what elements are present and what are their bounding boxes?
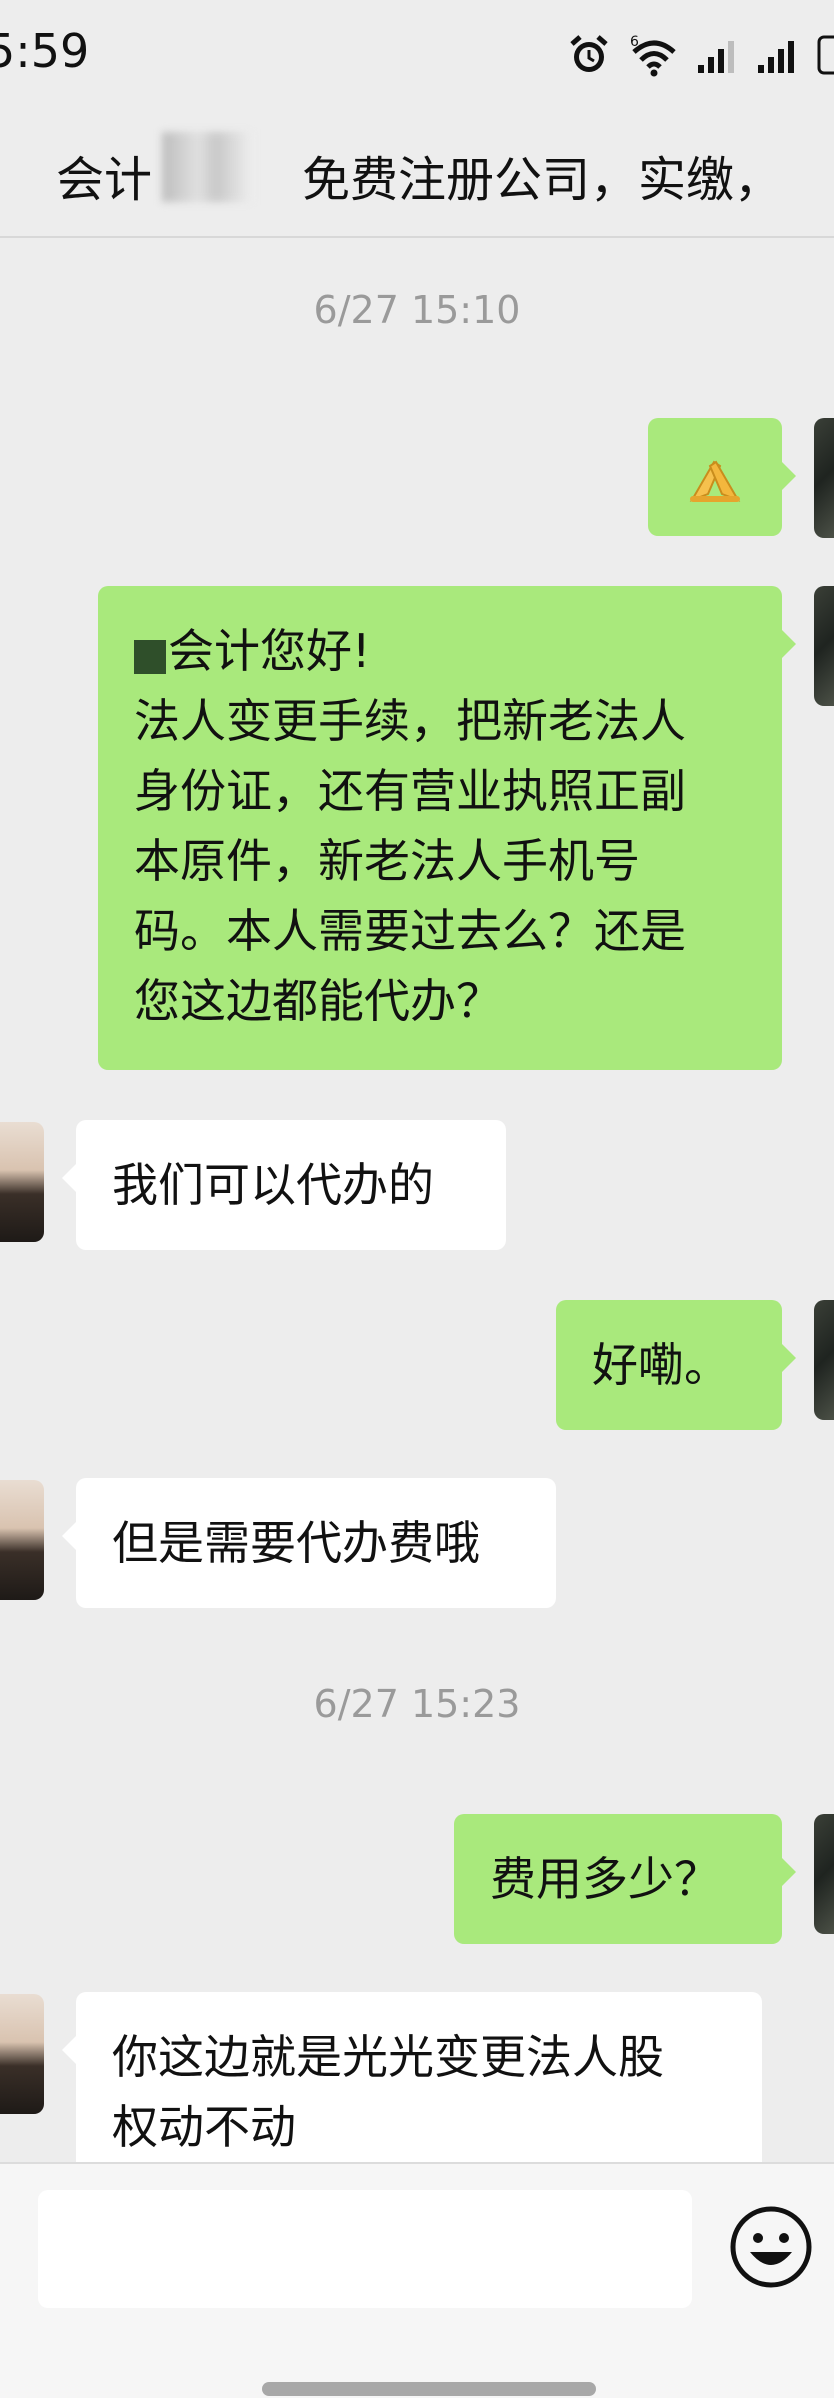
status-time: 5:59 [0,24,90,78]
bubble-tail [782,1344,796,1372]
alarm-icon [570,35,608,72]
message-bubble-outgoing[interactable]: 会计您好! 法人变更手续，把新老法人 身份证，还有营业执照正副 本原件，新老法人… [98,586,796,1070]
input-bar [0,2162,834,2398]
wifi-icon: 6 [630,34,676,77]
emoji-icon[interactable] [728,2204,814,2290]
message-text: 好嘞。 [592,1338,730,1392]
message-text: 会计您好! 法人变更手续，把新老法人 身份证，还有营业执照正副 本原件，新老法人… [134,624,686,1028]
message-bubble-incoming[interactable]: 我们可以代办的 [62,1120,506,1250]
avatar[interactable] [0,1122,44,1242]
bubble-tail [62,1164,76,1192]
status-icons: 6 [566,30,834,80]
message-text: 但是需要代办费哦 [112,1516,480,1570]
bubble-tail [782,462,796,490]
message-text: 你这边就是光光变更法人股 权动不动 [112,2030,664,2154]
folded-hands-icon [689,460,741,502]
redaction-block [134,640,166,674]
bubble-tail [782,1858,796,1886]
avatar[interactable] [814,586,834,706]
chat-title-part2: 免费注册公司，实缴， [302,152,783,208]
message-bubble-outgoing[interactable]: 好嘞。 [556,1300,796,1430]
message-input[interactable] [38,2190,692,2308]
message-text: 我们可以代办的 [112,1158,434,1212]
message-bubble-outgoing[interactable] [648,418,796,536]
avatar[interactable] [814,418,834,538]
message-bubble-outgoing[interactable]: 费用多少？ [454,1814,796,1944]
avatar[interactable] [0,1480,44,1600]
status-bar: 5:59 6 [0,0,834,110]
signal-icon [698,41,734,73]
bubble-tail [782,630,796,658]
bubble-tail [62,1522,76,1550]
chat-title-part1: 会计 [56,152,153,208]
redaction-blur [162,132,252,202]
timestamp: 6/27 15:10 [313,288,521,332]
battery-icon [817,35,834,75]
avatar[interactable] [814,1814,834,1934]
avatar[interactable] [814,1300,834,1420]
home-indicator[interactable] [262,2382,596,2396]
message-bubble-incoming[interactable]: 但是需要代办费哦 [62,1478,556,1608]
chat-header: 会计 免费注册公司，实缴， [0,110,834,238]
bubble-tail [62,2036,76,2064]
message-text: 费用多少？ [490,1852,720,1906]
signal-icon [758,41,794,73]
timestamp: 6/27 15:23 [313,1682,521,1726]
avatar[interactable] [0,1994,44,2114]
